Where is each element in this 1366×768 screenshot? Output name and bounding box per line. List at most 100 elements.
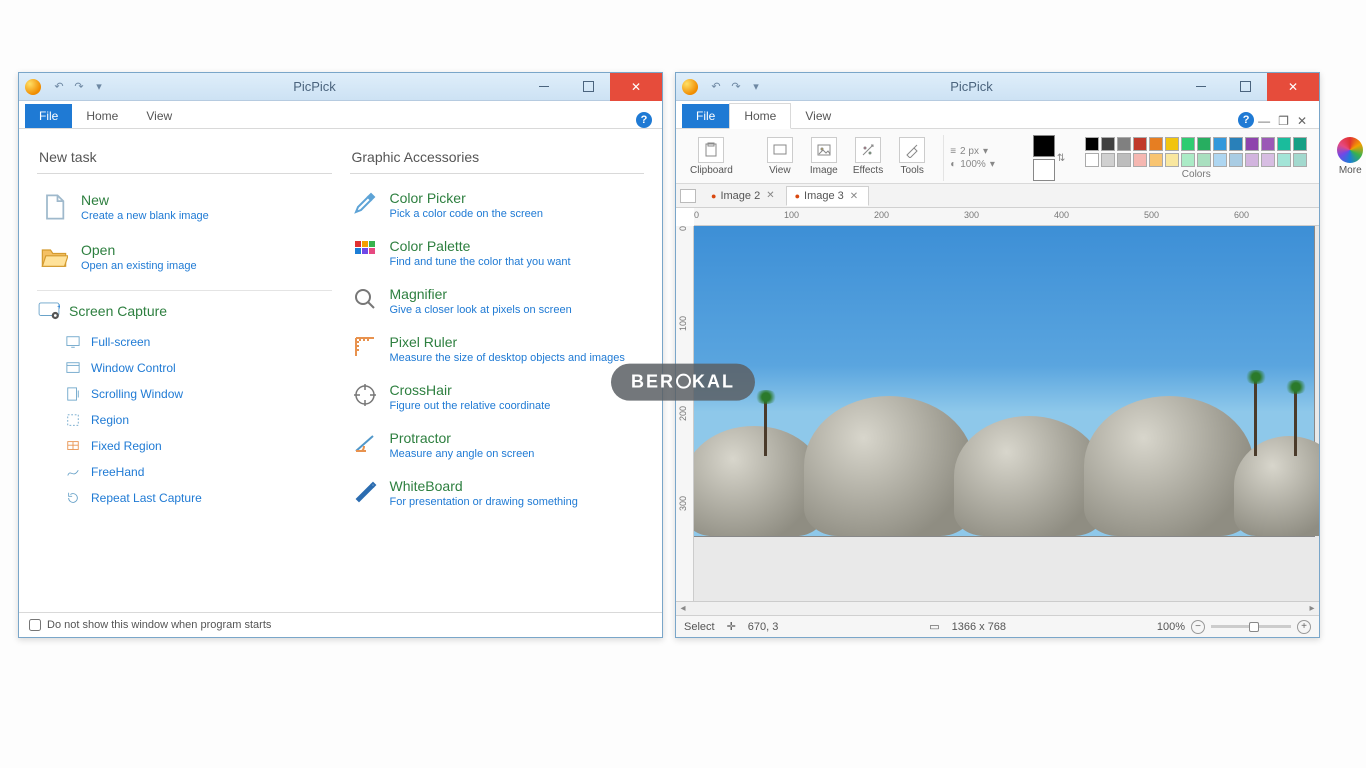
capture-freehand[interactable]: FreeHand — [65, 459, 332, 485]
tab-view[interactable]: View — [132, 104, 186, 128]
palette-swatch[interactable] — [1101, 137, 1115, 151]
status-zoom: 100% — [1157, 621, 1185, 633]
palette-swatch[interactable] — [1261, 137, 1275, 151]
qat-dropdown-icon[interactable]: ▾ — [91, 79, 107, 95]
mdi-restore-icon[interactable]: ❐ — [1278, 114, 1289, 128]
tab-home[interactable]: Home — [729, 103, 791, 129]
palette-swatch[interactable] — [1133, 137, 1147, 151]
capture-window-control-label: Window Control — [91, 361, 176, 375]
mdi-minimize-icon[interactable]: — — [1258, 114, 1270, 128]
scroll-right-icon[interactable]: ▸ — [1305, 603, 1319, 614]
effects-button[interactable]: Effects — [849, 135, 887, 178]
tab-file[interactable]: File — [25, 104, 72, 128]
capture-fullscreen[interactable]: Full-screen — [65, 329, 332, 355]
palette-swatch[interactable] — [1181, 137, 1195, 151]
ruler-tick: 300 — [964, 210, 979, 220]
swap-colors-icon[interactable]: ⇅ — [1057, 153, 1065, 164]
palette-swatch[interactable] — [1165, 137, 1179, 151]
palette-swatch[interactable] — [1117, 153, 1131, 167]
palette-swatch[interactable] — [1085, 153, 1099, 167]
qat-redo-icon[interactable]: ↷ — [71, 79, 87, 95]
palette-swatch[interactable] — [1149, 137, 1163, 151]
magnifier-button[interactable]: Magnifier Give a closer look at pixels o… — [350, 282, 645, 330]
tab-close-icon[interactable]: ✕ — [766, 190, 774, 201]
doc-tab-image-3[interactable]: ●Image 3✕ — [786, 186, 870, 206]
palette-swatch[interactable] — [1277, 153, 1291, 167]
whiteboard-button[interactable]: WhiteBoard For presentation or drawing s… — [350, 474, 645, 522]
help-icon[interactable]: ? — [1238, 112, 1254, 128]
color-picker-button[interactable]: Color Picker Pick a color code on the sc… — [350, 186, 645, 234]
palette-swatch[interactable] — [1293, 153, 1307, 167]
tab-file[interactable]: File — [682, 104, 729, 128]
minimize-button[interactable] — [1179, 73, 1223, 101]
image-canvas[interactable] — [694, 226, 1314, 536]
doc-tab-image-2[interactable]: ●Image 2✕ — [702, 186, 786, 206]
tab-thumbnail-icon[interactable] — [680, 189, 696, 203]
foreground-color-swatch[interactable] — [1033, 135, 1055, 157]
qat-undo-icon[interactable]: ↶ — [51, 79, 67, 95]
palette-swatch[interactable] — [1133, 153, 1147, 167]
stroke-opacity-row[interactable]: ◐100%▾ — [950, 159, 995, 170]
horizontal-scrollbar[interactable]: ◂ ▸ — [676, 601, 1319, 615]
open-image-button[interactable]: Open Open an existing image — [37, 236, 332, 286]
zoom-in-button[interactable]: + — [1297, 620, 1311, 634]
scroll-left-icon[interactable]: ◂ — [676, 603, 690, 614]
palette-swatch[interactable] — [1213, 137, 1227, 151]
tab-view[interactable]: View — [791, 104, 845, 128]
capture-region[interactable]: Region — [65, 407, 332, 433]
titlebar[interactable]: ↶ ↷ ▾ PicPick — [676, 73, 1319, 101]
palette-swatch[interactable] — [1149, 153, 1163, 167]
dont-show-checkbox[interactable] — [29, 619, 41, 631]
palette-swatch[interactable] — [1293, 137, 1307, 151]
color-palette[interactable] — [1085, 135, 1307, 167]
capture-scrolling-window[interactable]: Scrolling Window — [65, 381, 332, 407]
zoom-out-button[interactable]: − — [1191, 620, 1205, 634]
tab-close-icon[interactable]: ✕ — [850, 191, 858, 202]
capture-fixed-region[interactable]: Fixed Region — [65, 433, 332, 459]
zoom-slider[interactable] — [1211, 625, 1291, 628]
background-color-swatch[interactable] — [1033, 159, 1055, 181]
canvas-scroll-area[interactable] — [694, 226, 1319, 601]
screen-capture-title: Screen Capture — [69, 303, 167, 319]
palette-swatch[interactable] — [1229, 137, 1243, 151]
palette-swatch[interactable] — [1101, 153, 1115, 167]
palette-swatch[interactable] — [1277, 137, 1291, 151]
close-button[interactable] — [610, 73, 662, 101]
palette-swatch[interactable] — [1229, 153, 1243, 167]
qat-undo-icon[interactable]: ↶ — [708, 79, 724, 95]
tools-button[interactable]: Tools — [893, 135, 931, 178]
close-button[interactable] — [1267, 73, 1319, 101]
view-button[interactable]: View — [761, 135, 799, 178]
stroke-width-icon: ≡ — [950, 146, 956, 157]
palette-swatch[interactable] — [1213, 153, 1227, 167]
qat-dropdown-icon[interactable]: ▾ — [748, 79, 764, 95]
image-button[interactable]: Image — [805, 135, 843, 178]
palette-swatch[interactable] — [1181, 153, 1195, 167]
pixel-ruler-button[interactable]: Pixel Ruler Measure the size of desktop … — [350, 330, 645, 378]
palette-swatch[interactable] — [1245, 153, 1259, 167]
new-image-button[interactable]: New Create a new blank image — [37, 186, 332, 236]
stroke-size-row[interactable]: ≡2 px▾ — [950, 146, 995, 157]
color-palette-button[interactable]: Color Palette Find and tune the color th… — [350, 234, 645, 282]
clipboard-button[interactable]: Clipboard — [686, 135, 737, 178]
palette-swatch[interactable] — [1117, 137, 1131, 151]
palette-swatch[interactable] — [1165, 153, 1179, 167]
palette-swatch[interactable] — [1085, 137, 1099, 151]
palette-swatch[interactable] — [1261, 153, 1275, 167]
titlebar[interactable]: ↶ ↷ ▾ PicPick — [19, 73, 662, 101]
capture-repeat-last[interactable]: Repeat Last Capture — [65, 485, 332, 511]
maximize-button[interactable] — [566, 73, 610, 101]
tab-home[interactable]: Home — [72, 104, 132, 128]
palette-swatch[interactable] — [1197, 137, 1211, 151]
palette-swatch[interactable] — [1197, 153, 1211, 167]
minimize-button[interactable] — [522, 73, 566, 101]
mdi-close-icon[interactable]: ✕ — [1297, 114, 1307, 128]
palette-swatch[interactable] — [1245, 137, 1259, 151]
help-icon[interactable]: ? — [636, 112, 652, 128]
qat-redo-icon[interactable]: ↷ — [728, 79, 744, 95]
maximize-button[interactable] — [1223, 73, 1267, 101]
crosshair-button[interactable]: CrossHair Figure out the relative coordi… — [350, 378, 645, 426]
capture-window-control[interactable]: Window Control — [65, 355, 332, 381]
protractor-button[interactable]: Protractor Measure any angle on screen — [350, 426, 645, 474]
more-colors-button[interactable]: More — [1331, 135, 1366, 178]
